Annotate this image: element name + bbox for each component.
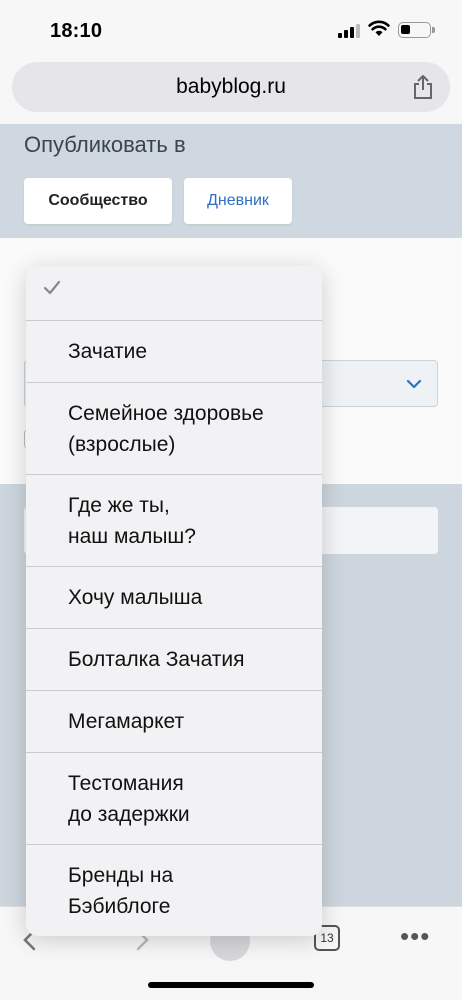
status-bar: 18:10 — [0, 0, 462, 58]
picker-option[interactable]: Хочу малыша — [26, 567, 322, 629]
url-text[interactable]: babyblog.ru — [12, 75, 450, 99]
diary-button[interactable]: Дневник — [184, 178, 292, 224]
cellular-signal-icon — [338, 22, 360, 38]
picker-option-label: Бренды на Бэбиблоге — [68, 863, 174, 918]
picker-option-label: Зачатие — [68, 340, 148, 363]
share-icon[interactable] — [412, 74, 434, 100]
publish-panel: Опубликовать в Сообщество Дневник — [0, 124, 462, 238]
more-icon[interactable]: ••• — [400, 921, 430, 951]
battery-icon — [398, 22, 435, 38]
picker-option-label: Семейное здоровье (взрослые) — [68, 401, 264, 456]
community-picker: Зачатие Семейное здоровье (взрослые) Где… — [26, 266, 322, 936]
picker-option[interactable]: Зачатие — [26, 321, 322, 383]
home-indicator — [148, 982, 314, 988]
checkmark-icon — [43, 280, 61, 295]
picker-option-label: Мегамаркет — [68, 710, 185, 733]
picker-option-label: Тестомания до задержки — [68, 771, 190, 826]
picker-option[interactable]: Где же ты, наш малыш? — [26, 475, 322, 567]
picker-option[interactable]: Мегамаркет — [26, 691, 322, 753]
publish-title: Опубликовать в — [24, 132, 186, 157]
picker-option[interactable]: Болталка Зачатия — [26, 629, 322, 691]
address-bar[interactable]: babyblog.ru — [12, 62, 450, 112]
chevron-down-icon — [406, 379, 422, 389]
picker-option-label: Болталка Зачатия — [68, 648, 245, 671]
community-button[interactable]: Сообщество — [24, 178, 172, 224]
picker-option-label: Хочу малыша — [68, 586, 203, 609]
picker-option[interactable]: Бренды на Бэбиблоге — [26, 845, 322, 936]
picker-option-empty[interactable] — [26, 266, 322, 321]
status-time: 18:10 — [50, 20, 103, 42]
picker-option[interactable]: Семейное здоровье (взрослые) — [26, 383, 322, 475]
picker-option[interactable]: Тестомания до задержки — [26, 753, 322, 845]
wifi-icon — [368, 20, 390, 36]
picker-option-label: Где же ты, наш малыш? — [68, 493, 196, 548]
